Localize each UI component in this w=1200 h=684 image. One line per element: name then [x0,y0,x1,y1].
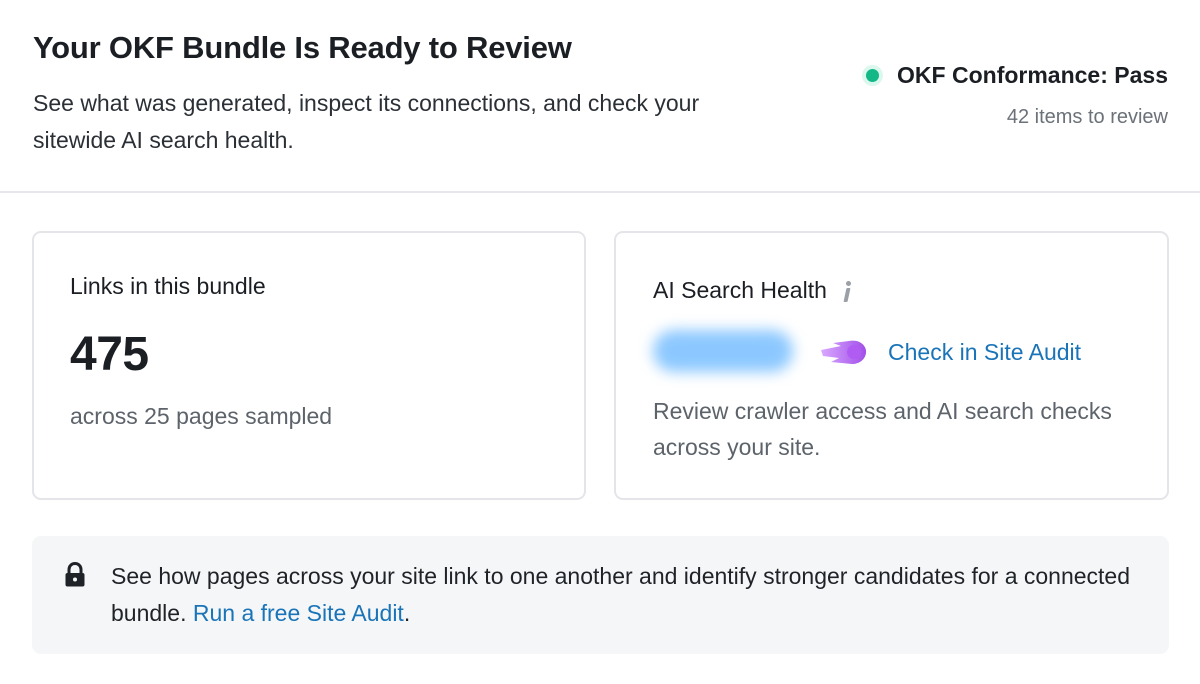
conformance-status: OKF Conformance: Pass [866,62,1168,89]
ai-search-health-card: AI Search Health Check in Site Audit Rev… [614,231,1169,500]
banner-trailing: . [403,600,411,626]
page-title: Your OKF Bundle Is Ready to Review [33,30,572,65]
review-count: 42 items to review [1006,106,1168,128]
health-description: Review crawler access and AI search chec… [653,398,1112,460]
links-note: across 25 pages sampled [70,403,333,429]
health-card-title: AI Search Health [653,277,827,303]
info-icon[interactable] [841,279,855,303]
conformance-label: OKF Conformance: Pass [897,62,1168,88]
blurred-score [653,330,793,372]
status-dot-icon [866,69,880,82]
health-card-header: AI Search Health [653,277,855,304]
page-subtitle: See what was generated, inspect its conn… [33,90,700,153]
links-count: 475 [70,328,149,381]
review-header: Your OKF Bundle Is Ready to Review See w… [0,0,1200,193]
comet-icon [821,340,867,364]
run-site-audit-link[interactable]: Run a free Site Audit [193,600,404,626]
links-card-title: Links in this bundle [70,273,266,299]
check-site-audit-link[interactable]: Check in Site Audit [888,339,1081,366]
banner-text: See how pages across your site link to o… [111,558,1131,632]
site-audit-banner: See how pages across your site link to o… [32,536,1169,654]
lock-icon [65,562,85,587]
links-card: Links in this bundle 475 across 25 pages… [32,231,586,500]
